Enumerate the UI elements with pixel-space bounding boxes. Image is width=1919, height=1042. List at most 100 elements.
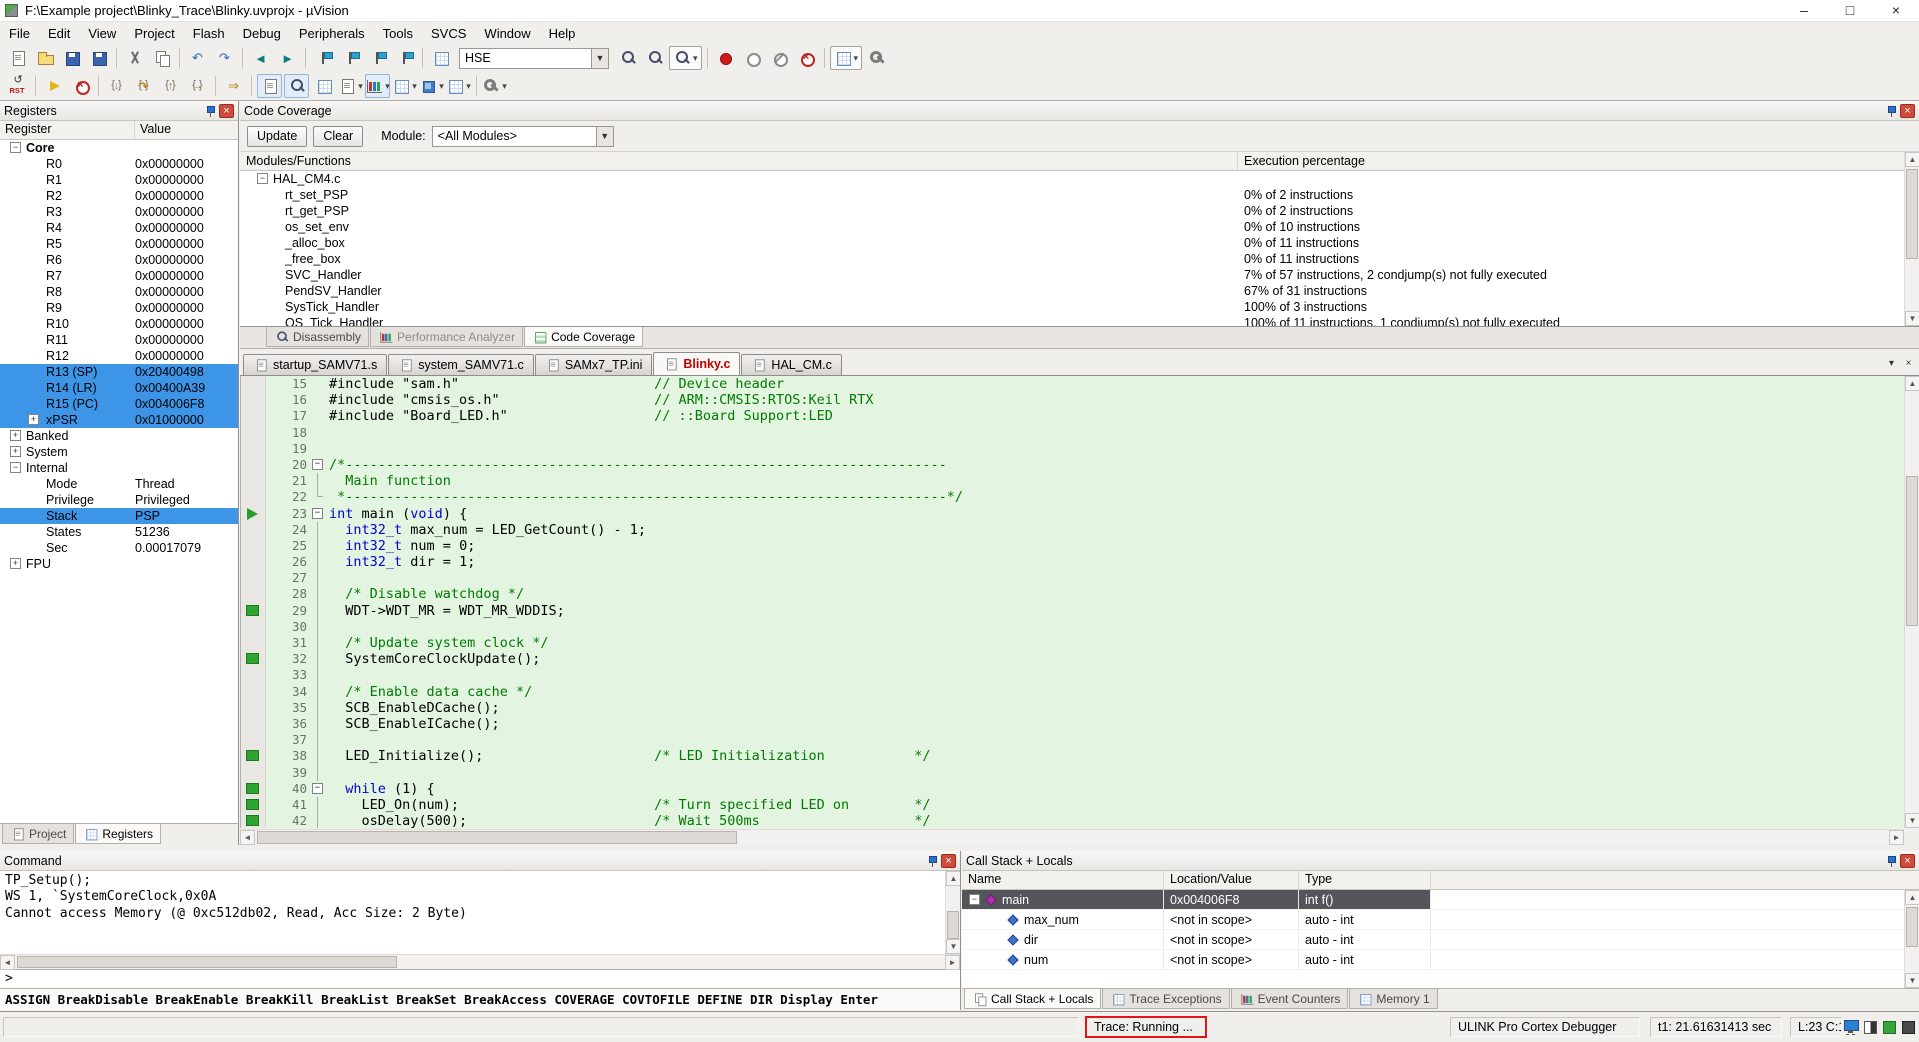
menu-help[interactable]: Help (540, 24, 585, 43)
chevron-down-icon[interactable]: ▼ (596, 127, 613, 146)
code-line[interactable]: 25 int32_t num = 0; (241, 538, 1904, 554)
disable-breakpoint-icon[interactable] (740, 46, 765, 70)
tray-app-icon[interactable] (1899, 1018, 1917, 1036)
command-output[interactable]: TP_Setup();WS 1, `SystemCoreClock,0x0ACa… (0, 871, 945, 954)
fold-collapse-icon[interactable]: − (312, 783, 323, 794)
chevron-down-icon[interactable]: ▾ (854, 53, 859, 64)
nav-back-icon[interactable]: ◄ (248, 46, 273, 70)
callstack-scrollbar[interactable]: ▲▼ (1904, 890, 1919, 988)
coverage-scrollbar[interactable]: ▲▼ (1904, 152, 1919, 326)
code-line[interactable]: 37 (241, 732, 1904, 748)
coverage-row[interactable]: OS_Tick_Handler100% of 11 instructions, … (240, 315, 1904, 326)
coverage-row[interactable]: SysTick_Handler100% of 3 instructions (240, 299, 1904, 315)
register-row[interactable]: R10x00000000 (0, 172, 238, 188)
serial-window-icon[interactable]: ▾ (338, 74, 363, 98)
bookmark-next-icon[interactable] (365, 46, 390, 70)
code-line[interactable]: 23−int main (void) { (241, 506, 1904, 522)
code-line[interactable]: 30 (241, 619, 1904, 635)
scroll-left-button[interactable]: ◄ (0, 955, 15, 970)
tab-performance-analyzer[interactable]: Performance Analyzer (370, 327, 523, 347)
fold-collapse-icon[interactable]: − (312, 459, 323, 470)
chevron-down-icon[interactable]: ▾ (412, 81, 417, 92)
close-icon[interactable]: × (219, 104, 234, 118)
symbol-window-icon[interactable] (311, 74, 336, 98)
register-row[interactable]: R50x00000000 (0, 236, 238, 252)
code-line[interactable]: 29 WDT->WDT_MR = WDT_MR_WDDIS; (241, 603, 1904, 619)
configure-icon[interactable] (864, 46, 889, 70)
close-icon[interactable]: × (941, 854, 956, 868)
scroll-down-button[interactable]: ▼ (946, 939, 960, 954)
chevron-down-icon[interactable]: ▼ (591, 49, 608, 68)
analysis-window-icon[interactable]: ▾ (365, 74, 390, 98)
code-line[interactable]: 18 (241, 425, 1904, 441)
code-line[interactable]: 22 *------------------------------------… (241, 489, 1904, 505)
tab-call-stack-locals[interactable]: Call Stack + Locals (964, 989, 1101, 1009)
menu-edit[interactable]: Edit (39, 24, 79, 43)
menu-window[interactable]: Window (475, 24, 539, 43)
register-row[interactable]: R90x00000000 (0, 300, 238, 316)
menu-project[interactable]: Project (125, 24, 183, 43)
tab-memory-1[interactable]: Memory 1 (1349, 989, 1437, 1009)
register-row[interactable]: ModeThread (0, 476, 238, 492)
coverage-row[interactable]: rt_set_PSP0% of 2 instructions (240, 187, 1904, 203)
chevron-down-icon[interactable]: ▾ (502, 81, 507, 92)
open-folder-icon[interactable] (32, 46, 57, 70)
expand-icon[interactable]: + (10, 430, 21, 441)
code-line[interactable]: 39 (241, 765, 1904, 781)
copy-icon[interactable] (149, 46, 174, 70)
bookmark-clear-icon[interactable] (392, 46, 417, 70)
nav-forward-icon[interactable]: ► (275, 46, 300, 70)
close-file-button[interactable]: × (1900, 356, 1917, 372)
callstack-row[interactable]: −main0x004006F8int f() (962, 890, 1904, 910)
tray-input-icon[interactable] (1861, 1018, 1879, 1036)
scroll-right-button[interactable]: ► (945, 955, 960, 970)
coverage-mark-icon[interactable] (246, 815, 259, 826)
code-line[interactable]: 42 osDelay(500); /* Wait 500ms */ (241, 813, 1904, 828)
undo-icon[interactable]: ↶ (185, 46, 210, 70)
clear-button[interactable]: Clear (313, 126, 363, 147)
code-editor[interactable]: 15#include "sam.h" // Device header16#in… (240, 376, 1904, 828)
chevron-down-icon[interactable]: ▾ (439, 81, 444, 92)
code-line[interactable]: 19 (241, 441, 1904, 457)
bookmark-toggle-icon[interactable] (311, 46, 336, 70)
scroll-up-button[interactable]: ▲ (1905, 890, 1919, 905)
new-file-icon[interactable] (5, 46, 30, 70)
tab-event-counters[interactable]: Event Counters (1231, 989, 1349, 1009)
register-row[interactable]: −Internal (0, 460, 238, 476)
pin-icon[interactable] (202, 104, 216, 118)
run-icon[interactable] (41, 74, 66, 98)
menu-peripherals[interactable]: Peripherals (290, 24, 374, 43)
current-statement-icon[interactable] (247, 508, 258, 520)
coverage-row[interactable]: rt_get_PSP0% of 2 instructions (240, 203, 1904, 219)
pin-icon[interactable] (924, 854, 938, 868)
code-line[interactable]: 36 SCB_EnableICache(); (241, 716, 1904, 732)
command-vertical-scrollbar[interactable]: ▲▼ (945, 871, 960, 954)
code-line[interactable]: 26 int32_t dir = 1; (241, 554, 1904, 570)
close-button[interactable]: × (1873, 0, 1919, 21)
expand-icon[interactable]: + (10, 446, 21, 457)
code-line[interactable]: 35 SCB_EnableDCache(); (241, 700, 1904, 716)
redo-icon[interactable]: ↷ (212, 46, 237, 70)
scroll-right-button[interactable]: ► (1889, 830, 1904, 845)
find-icon[interactable] (642, 46, 667, 70)
scroll-thumb[interactable] (947, 911, 959, 939)
code-line[interactable]: 33 (241, 667, 1904, 683)
menu-file[interactable]: File (0, 24, 39, 43)
tab-project[interactable]: Project (2, 824, 74, 844)
register-row[interactable]: +Banked (0, 428, 238, 444)
register-row[interactable]: R20x00000000 (0, 188, 238, 204)
run-to-cursor-icon[interactable]: → (185, 74, 210, 98)
system-viewer-icon[interactable]: ▾ (419, 74, 444, 98)
menu-debug[interactable]: Debug (234, 24, 290, 43)
update-button[interactable]: Update (247, 126, 307, 147)
scroll-up-button[interactable]: ▲ (1905, 152, 1919, 167)
window-layout-icon[interactable]: ▾ (830, 46, 863, 70)
scroll-thumb[interactable] (257, 831, 737, 844)
scroll-thumb[interactable] (1906, 907, 1918, 947)
scroll-left-button[interactable]: ◄ (240, 830, 255, 845)
close-icon[interactable]: × (1900, 104, 1915, 118)
step-over-icon[interactable]: ↷ (131, 74, 156, 98)
register-row[interactable]: R13 (SP)0x20400498 (0, 364, 238, 380)
register-row[interactable]: +xPSR0x01000000 (0, 412, 238, 428)
insert-breakpoint-icon[interactable] (713, 46, 738, 70)
